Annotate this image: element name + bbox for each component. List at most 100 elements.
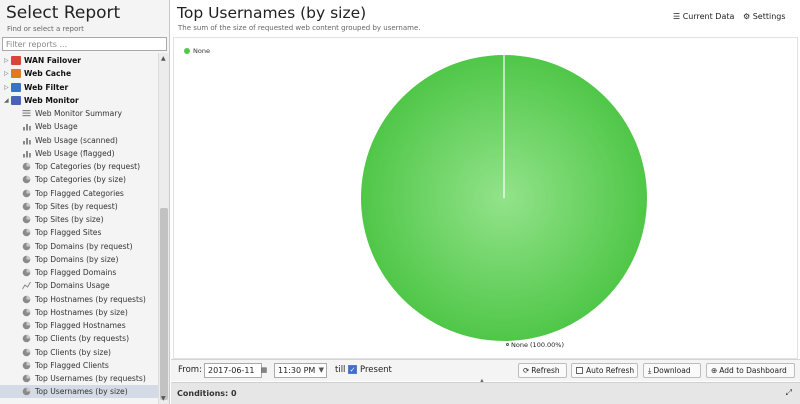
pie-chart-icon (22, 255, 31, 264)
tree-item[interactable]: Web Usage (scanned) (0, 134, 158, 147)
tree-item-label: Web Monitor Summary (35, 109, 122, 118)
scroll-up-icon[interactable]: ▲ (161, 55, 166, 62)
tree-item-label: Top Domains (by request) (35, 241, 133, 251)
tree-item[interactable]: Top Flagged Clients (0, 359, 158, 372)
tree-item[interactable]: Top Sites (by request) (0, 200, 158, 213)
tree-item-label: Top Flagged Hostnames (35, 321, 126, 330)
filter-reports-input[interactable] (2, 37, 167, 51)
chart-legend[interactable]: None (184, 47, 210, 55)
tree-category-label: Web Cache (24, 69, 72, 79)
tree-item[interactable]: Web Usage (0, 120, 158, 133)
from-date-input[interactable]: 2017-06-11 (204, 363, 262, 378)
tree-item[interactable]: Web Usage (flagged) (0, 147, 158, 160)
sidebar-subtitle: Find or select a report (7, 25, 84, 33)
bar-chart-icon (22, 136, 31, 145)
tree-item[interactable]: Top Usernames (by size) (0, 385, 158, 399)
pie-chart-icon (22, 202, 31, 211)
category-icon (11, 56, 21, 65)
pie-chart-icon (22, 242, 31, 251)
auto-refresh-label: Auto Refresh (586, 366, 635, 375)
tree-item[interactable]: Top Categories (by size) (0, 173, 158, 186)
category-icon (11, 82, 21, 92)
slice-data-label: None (100.00%) (511, 341, 565, 349)
category-icon (11, 95, 21, 105)
reports-app: Select Report Find or select a report ▷ W… (0, 0, 800, 404)
tree-item[interactable]: Web Monitor Summary (0, 107, 158, 120)
tree-item[interactable]: Top Flagged Sites (0, 226, 158, 239)
tree-scrollbar[interactable]: ▲ ▼ (158, 53, 169, 404)
collapsed-arrow-icon[interactable]: ▷ (4, 54, 9, 67)
pie-chart-icon (22, 334, 31, 343)
tree-item[interactable]: Top Hostnames (by requests) (0, 293, 158, 306)
tree-item-label: Top Hostnames (by size) (35, 307, 128, 317)
tree-item[interactable]: Top Hostnames (by size) (0, 306, 158, 319)
pie-chart-icon (22, 321, 31, 330)
settings-label: Settings (752, 12, 786, 21)
from-time-select[interactable]: 11:30 PM ▼ (274, 363, 327, 378)
refresh-button[interactable]: ⟳ Refresh (518, 363, 567, 378)
tree-item[interactable]: Top Domains (by request) (0, 240, 158, 253)
present-checkbox[interactable]: ✓ (348, 365, 357, 374)
report-description: The sum of the size of requested web con… (178, 24, 421, 32)
tree-item[interactable]: Top Flagged Hostnames (0, 319, 158, 332)
tree-item-label: Web Usage (scanned) (35, 135, 118, 145)
text-report-icon (22, 109, 31, 118)
tree-item[interactable]: Top Sites (by size) (0, 213, 158, 226)
tree-category[interactable]: ▷ WAN Failover (0, 54, 158, 67)
tree-item[interactable]: Top Clients (by size) (0, 346, 158, 359)
refresh-icon: ⟳ (523, 366, 530, 375)
category-icon (11, 69, 21, 79)
scroll-down-icon[interactable]: ▼ (161, 395, 166, 402)
add-to-dashboard-button[interactable]: ⊕ Add to Dashboard (706, 363, 795, 378)
pie-chart-icon (22, 295, 31, 304)
collapsed-arrow-icon[interactable]: ▷ (4, 67, 9, 80)
report-main: Top Usernames (by size) The sum of the s… (171, 0, 800, 404)
slice-label-marker (506, 343, 509, 346)
pie-chart (361, 55, 647, 341)
tree-item[interactable]: Top Flagged Domains (0, 266, 158, 279)
tree-item[interactable]: Top Usernames (by requests) (0, 372, 158, 385)
tree-item-label: Top Clients (by size) (35, 347, 111, 357)
expand-conditions-icon[interactable]: ⤢ (786, 388, 792, 398)
scrollbar-thumb[interactable] (160, 208, 168, 400)
download-icon: ⤓ (648, 366, 652, 375)
present-label: Present (360, 365, 392, 375)
checkbox-icon (576, 367, 583, 374)
expanded-arrow-icon[interactable]: ◢ (4, 94, 9, 107)
conditions-bar[interactable]: Conditions: 0 ⤢ (171, 382, 800, 404)
calendar-icon[interactable]: ▦ (259, 364, 269, 376)
report-tree: ▷ WAN Failover ▷ Web Cache ▷ Web Filter ◢ Web M… (0, 53, 158, 404)
tree-item-label: Top Usernames (by size) (35, 387, 128, 397)
tree-item[interactable]: Top Domains (by size) (0, 253, 158, 266)
tree-item-label: Top Sites (by size) (35, 215, 104, 224)
pie-chart-icon (22, 268, 31, 277)
tree-category[interactable]: ▷ Web Filter (0, 81, 158, 94)
auto-refresh-button[interactable]: Auto Refresh (571, 363, 638, 378)
pie-chart-icon (22, 189, 31, 198)
tree-item[interactable]: Top Clients (by requests) (0, 332, 158, 345)
time-value: 11:30 PM (278, 366, 316, 375)
pie-chart-icon (22, 387, 31, 396)
add-to-dashboard-label: Add to Dashboard (719, 366, 787, 375)
chevron-down-icon: ▼ (318, 366, 324, 374)
pie-chart-icon (22, 361, 31, 370)
current-data-button[interactable]: ☰ Current Data (673, 12, 734, 21)
tree-item[interactable]: Top Domains Usage (0, 279, 158, 292)
collapsed-arrow-icon[interactable]: ▷ (4, 81, 9, 94)
plus-circle-icon: ⊕ (711, 366, 718, 375)
tree-item[interactable]: Top Flagged Categories (0, 187, 158, 200)
pie-chart-icon (22, 175, 31, 184)
tree-item-label: Top Flagged Sites (35, 228, 102, 238)
tree-category-label: Web Filter (24, 82, 69, 92)
conditions-label: Conditions: 0 (177, 389, 237, 398)
tree-category[interactable]: ◢ Web Monitor (0, 94, 158, 107)
tree-item-label: Top Domains (by size) (35, 254, 119, 264)
till-label: till (335, 365, 346, 375)
settings-button[interactable]: ⚙ Settings (743, 12, 786, 21)
tree-category[interactable]: ▷ Web Cache (0, 67, 158, 80)
tree-category-label: WAN Failover (24, 56, 82, 65)
pie-chart-icon (22, 374, 31, 383)
pie-chart-icon (22, 215, 31, 224)
tree-item[interactable]: Top Categories (by request) (0, 160, 158, 173)
download-button[interactable]: ⤓ Download (643, 363, 701, 378)
